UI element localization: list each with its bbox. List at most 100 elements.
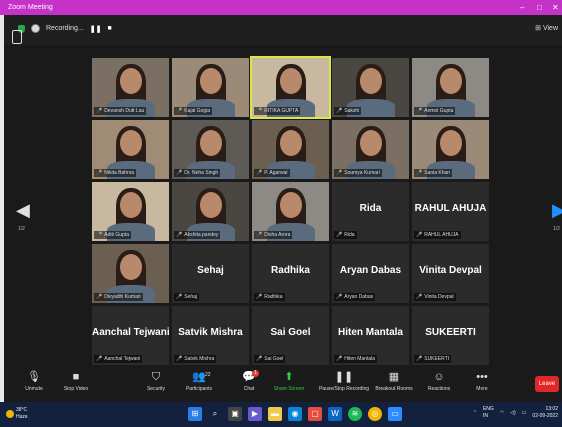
- participant-tile[interactable]: Aryan Dabas 🎤 Aryan Dabas: [332, 244, 409, 303]
- participant-name-label: 🎤 Radhika: [254, 293, 285, 301]
- leave-button[interactable]: Leave: [535, 376, 559, 392]
- weather-desc: Haze: [16, 414, 28, 420]
- participant-name-label: 🎤 Sakshi: [334, 107, 362, 115]
- participant-tile[interactable]: 🎤 P. Agarwal: [252, 120, 329, 179]
- toolbar-label: Stop Video: [63, 386, 89, 392]
- participant-tile[interactable]: RAHUL AHUJA 🎤 RAHUL AHUJA: [412, 182, 489, 241]
- participant-tile[interactable]: Vinita Devpal 🎤 Vinita Devpal: [412, 244, 489, 303]
- participant-face: [279, 192, 302, 218]
- edge-browser-icon[interactable]: ◉: [288, 407, 302, 421]
- participant-name-label: 🎤 SUKEERTI: [414, 355, 452, 363]
- stop-recording-button[interactable]: ■: [107, 25, 111, 32]
- recording-indicator: Recording... ❚❚ ■: [18, 24, 112, 33]
- scroll-handle[interactable]: [12, 30, 22, 44]
- battery-icon[interactable]: ▭: [522, 410, 527, 417]
- participant-name: Vinita Devpal: [424, 294, 454, 300]
- participant-tile[interactable]: 🎤 Sania Khan: [412, 120, 489, 179]
- taskbar-apps: ⊞ ⌕ ▣ ▶ ▬ ◉ ▢ W ≋ ◎ ▭: [188, 407, 402, 421]
- participant-name-label: 🎤 Aryan Dabas: [334, 293, 376, 301]
- participant-display-name: RAHUL AHUJA: [414, 203, 487, 214]
- participant-tile[interactable]: Hiten Mantala 🎤 Hiten Mantala: [332, 306, 409, 365]
- participant-name-label: 🎤 RAHUL AHUJA: [414, 231, 461, 239]
- clock[interactable]: 13:02 02-09-2022: [532, 406, 558, 420]
- volume-icon[interactable]: ◁): [510, 410, 516, 417]
- participant-name-label: 🎤 Aditi Gupta: [94, 231, 131, 239]
- file-explorer-icon[interactable]: ▬: [268, 407, 282, 421]
- start-windows-icon[interactable]: ⊞: [188, 407, 202, 421]
- participant-tile[interactable]: 🎤 Disha Arora: [252, 182, 329, 241]
- participant-tile[interactable]: 🎤 Anmol Gupta: [412, 58, 489, 117]
- weather-widget[interactable]: 38°C Haze: [16, 407, 28, 421]
- participant-tile[interactable]: 🎤 Kajal Gogia: [172, 58, 249, 117]
- participant-tile[interactable]: Radhika 🎤 Radhika: [252, 244, 329, 303]
- participant-name-label: 🎤 Satvik Mishra: [174, 355, 217, 363]
- next-page-arrow-icon[interactable]: ▶: [552, 200, 562, 221]
- participant-face: [279, 130, 302, 156]
- word-app-icon[interactable]: W: [328, 407, 342, 421]
- next-page-indicator: 1/2: [553, 226, 560, 232]
- muted-mic-icon: 🎤: [96, 108, 103, 114]
- muted-mic-icon: 🎤: [96, 170, 103, 176]
- participant-name: Sania Khan: [424, 170, 451, 176]
- participant-tile[interactable]: 🎤 Soumya Kumari: [332, 120, 409, 179]
- prev-page-indicator: 1/2: [18, 226, 25, 232]
- search-icon[interactable]: ⌕: [208, 407, 222, 421]
- participant-tile[interactable]: SUKEERTI 🎤 SUKEERTI: [412, 306, 489, 365]
- participant-name-label: 🎤 Sai Goel: [254, 355, 286, 363]
- participant-name: Aryan Dabas: [344, 294, 374, 300]
- participant-name: Rida: [344, 232, 355, 238]
- participant-tile[interactable]: Sai Goel 🎤 Sai Goel: [252, 306, 329, 365]
- muted-mic-icon: 🎤: [416, 232, 423, 238]
- maximize-button[interactable]: □: [537, 0, 542, 15]
- participant-tile[interactable]: 🎤 Devansh Dutt Lau: [92, 58, 169, 117]
- language-indicator[interactable]: ENG IN: [483, 406, 494, 420]
- tray-chevron-icon[interactable]: ⌃: [473, 410, 477, 417]
- participant-name-label: 🎤 Rida: [334, 231, 357, 239]
- muted-mic-icon: 🎤: [336, 232, 343, 238]
- participant-tile[interactable]: 🎤 RITIKA GUPTA: [250, 56, 331, 119]
- participant-tile[interactable]: 🎤 Sakshi: [332, 58, 409, 117]
- clock-time: 13:02: [545, 406, 558, 412]
- window-titlebar: Zoom Meeting – □ ✕: [0, 0, 562, 15]
- task-view-icon[interactable]: ▣: [228, 407, 242, 421]
- participant-tile[interactable]: Aanchal Tejwani 🎤 Aanchal Tejwani: [92, 306, 169, 365]
- stop-video-button[interactable]: ■ Stop Video: [46, 368, 106, 392]
- participant-tile[interactable]: 🎤 Aditi Gupta: [92, 182, 169, 241]
- muted-mic-icon: 🎤: [256, 294, 263, 300]
- muted-mic-icon: 🎤: [176, 294, 183, 300]
- minimize-button[interactable]: –: [520, 0, 524, 15]
- participant-name: Aditi Gupta: [104, 232, 129, 238]
- participant-tile[interactable]: 🎤 Divyadhi Kumari: [92, 244, 169, 303]
- participant-name: Akshita pandey: [184, 232, 219, 238]
- participant-tile[interactable]: 🎤 Akshita pandey: [172, 182, 249, 241]
- muted-mic-icon: 🎤: [96, 294, 103, 300]
- zoom-app-icon[interactable]: ▭: [388, 407, 402, 421]
- muted-mic-icon: 🎤: [256, 108, 263, 114]
- participant-name-label: 🎤 RITIKA GUPTA: [254, 107, 301, 115]
- share-screen-button[interactable]: ⬆ Share Screen: [259, 368, 319, 392]
- close-button[interactable]: ✕: [552, 0, 559, 15]
- chrome-icon[interactable]: ◎: [368, 407, 382, 421]
- participant-name: RITIKA GUPTA: [264, 108, 299, 114]
- view-button[interactable]: ⊞ View: [535, 24, 558, 32]
- participant-tile[interactable]: 🎤 Nikita Bahrsa: [92, 120, 169, 179]
- spotify-icon[interactable]: ≋: [348, 407, 362, 421]
- participant-name-label: 🎤 Vinita Devpal: [414, 293, 456, 301]
- muted-mic-icon: 🎤: [256, 170, 263, 176]
- participant-tile[interactable]: Satvik Mishra 🎤 Satvik Mishra: [172, 306, 249, 365]
- participants-count: 22: [205, 372, 211, 378]
- more-button[interactable]: ••• More: [452, 368, 512, 392]
- more-icon: •••: [476, 371, 488, 383]
- muted-mic-icon: 🎤: [96, 356, 103, 362]
- teams-chat-icon[interactable]: ▶: [248, 407, 262, 421]
- participant-name-label: 🎤 Akshita pandey: [174, 231, 221, 239]
- participant-name-label: 🎤 Devansh Dutt Lau: [94, 107, 147, 115]
- participant-tile[interactable]: Sehaj 🎤 Sehaj: [172, 244, 249, 303]
- participant-tile[interactable]: Rida 🎤 Rida: [332, 182, 409, 241]
- office-app-icon[interactable]: ▢: [308, 407, 322, 421]
- wifi-icon[interactable]: ◠: [500, 410, 504, 417]
- pause-recording-button[interactable]: ❚❚: [90, 25, 102, 33]
- participant-tile[interactable]: 🎤 Dr. Neha Singh: [172, 120, 249, 179]
- participant-name-label: 🎤 P. Agarwal: [254, 169, 290, 177]
- prev-page-arrow-icon[interactable]: ◀: [16, 200, 30, 221]
